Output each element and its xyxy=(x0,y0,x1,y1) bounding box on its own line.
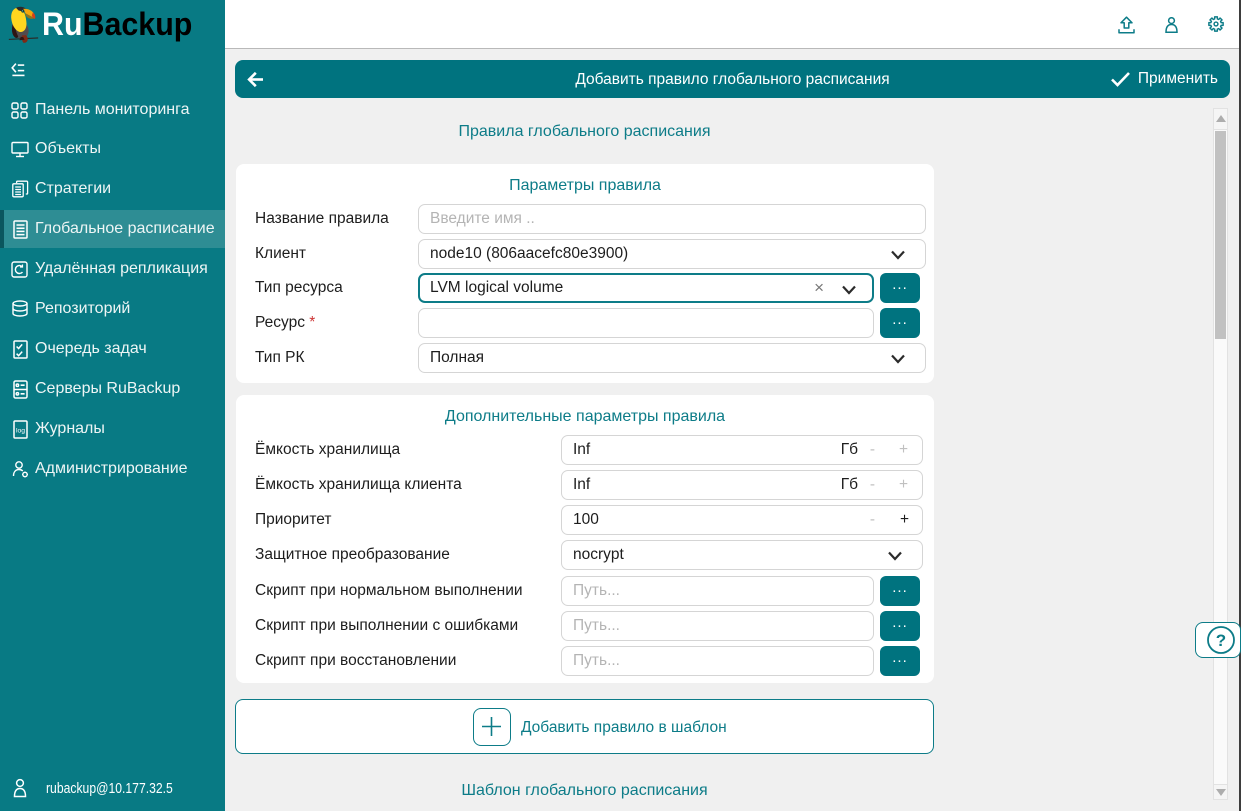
svg-text:?: ? xyxy=(1216,631,1226,650)
svg-text:log: log xyxy=(15,427,24,434)
